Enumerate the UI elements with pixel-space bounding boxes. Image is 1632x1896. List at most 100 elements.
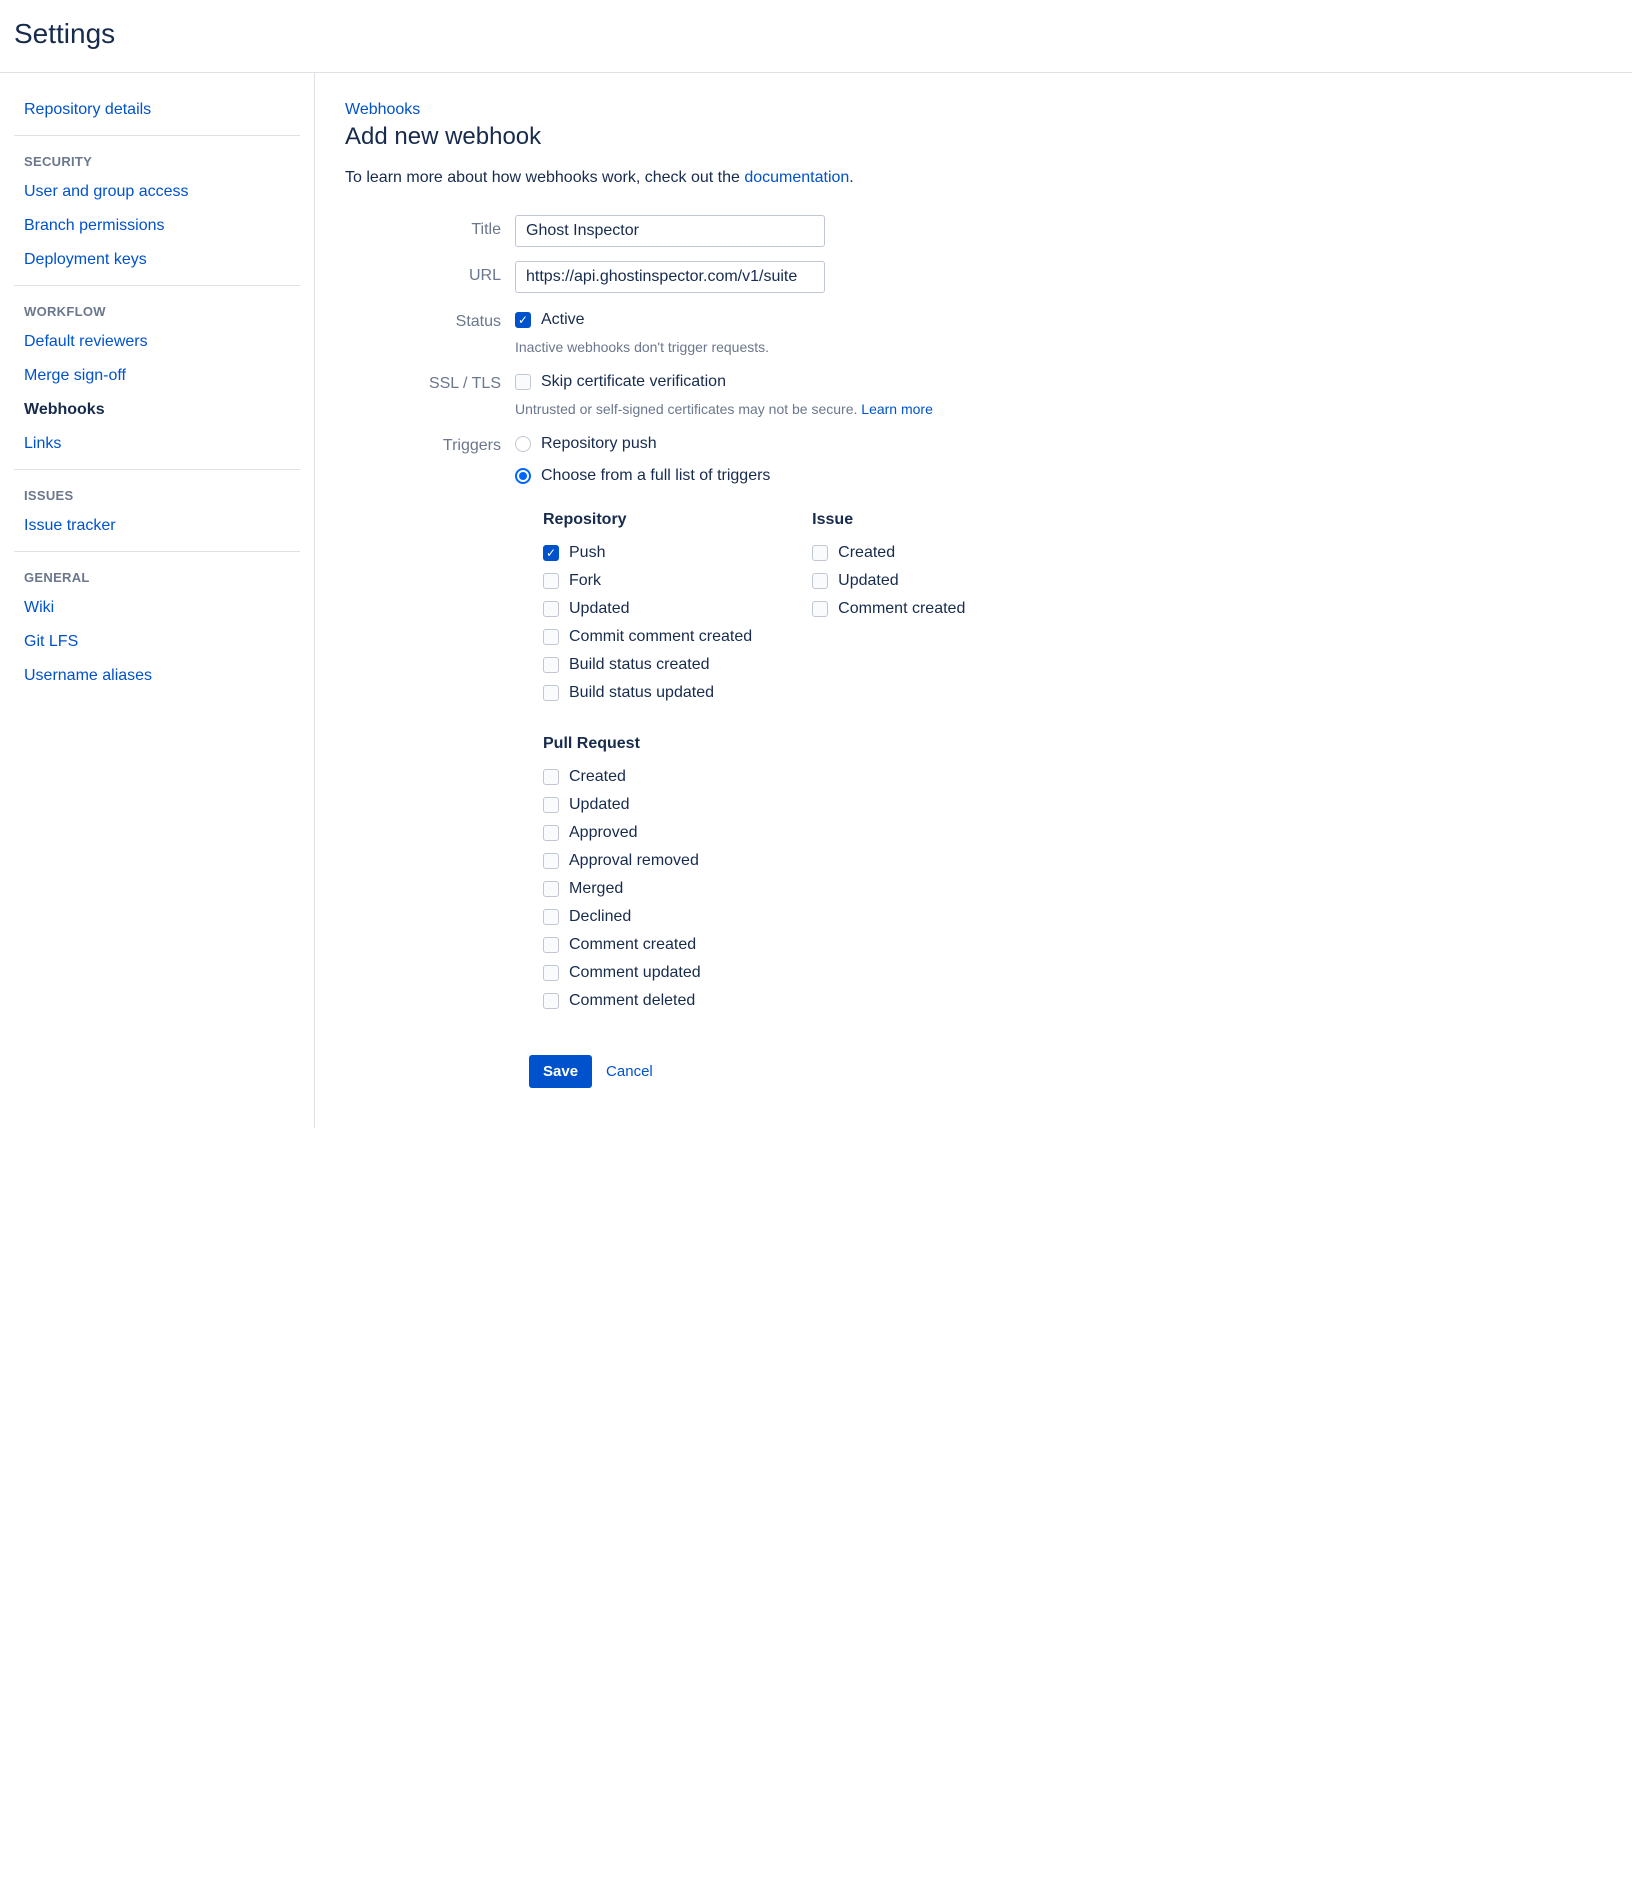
breadcrumb-webhooks[interactable]: Webhooks xyxy=(345,101,420,118)
trigger-pr-comment-deleted-label[interactable]: Comment deleted xyxy=(569,992,695,1010)
status-active-label[interactable]: Active xyxy=(541,311,585,329)
trigger-group-repository: Repository Push Fork Updated Commit comm… xyxy=(543,511,752,707)
trigger-pr-merged-label[interactable]: Merged xyxy=(569,880,623,898)
trigger-pr-updated-label[interactable]: Updated xyxy=(569,796,630,814)
trigger-issue-comment-label[interactable]: Comment created xyxy=(838,600,965,618)
divider xyxy=(14,469,300,470)
ssl-label: SSL / TLS xyxy=(345,369,515,393)
trigger-repo-build-created-checkbox[interactable] xyxy=(543,657,559,673)
webhook-form: Title URL Status Active Inacti xyxy=(345,215,1602,1088)
trigger-repo-updated-label[interactable]: Updated xyxy=(569,600,630,618)
trigger-pr-created-checkbox[interactable] xyxy=(543,769,559,785)
form-row-title: Title xyxy=(345,215,1602,247)
sidebar: Repository details SECURITY User and gro… xyxy=(0,73,315,1128)
sidebar-item-default-reviewers[interactable]: Default reviewers xyxy=(14,325,300,359)
trigger-pr-created-label[interactable]: Created xyxy=(569,768,626,786)
trigger-repo-commit-comment-label[interactable]: Commit comment created xyxy=(569,628,752,646)
trigger-pr-declined-checkbox[interactable] xyxy=(543,909,559,925)
trigger-groups-row1: Repository Push Fork Updated Commit comm… xyxy=(543,511,1602,707)
form-row-status: Status Active Inactive webhooks don't tr… xyxy=(345,307,1602,355)
trigger-issue-created-label[interactable]: Created xyxy=(838,544,895,562)
ssl-skip-checkbox[interactable] xyxy=(515,374,531,390)
trigger-repo-build-created-label[interactable]: Build status created xyxy=(569,656,710,674)
trigger-repo-updated-checkbox[interactable] xyxy=(543,601,559,617)
trigger-repo-push-label[interactable]: Push xyxy=(569,544,605,562)
ssl-hint-text: Untrusted or self-signed certificates ma… xyxy=(515,401,861,417)
trigger-radio-full-list[interactable] xyxy=(515,468,531,484)
trigger-group-issue: Issue Created Updated Comment created xyxy=(812,511,965,707)
trigger-pr-comment-updated-checkbox[interactable] xyxy=(543,965,559,981)
title-label: Title xyxy=(345,215,515,239)
trigger-repo-build-updated-checkbox[interactable] xyxy=(543,685,559,701)
trigger-issue-comment-checkbox[interactable] xyxy=(812,601,828,617)
trigger-pr-approved-checkbox[interactable] xyxy=(543,825,559,841)
status-hint: Inactive webhooks don't trigger requests… xyxy=(515,339,1602,355)
sidebar-item-git-lfs[interactable]: Git LFS xyxy=(14,625,300,659)
form-buttons: Save Cancel xyxy=(529,1055,1602,1088)
intro-text: To learn more about how webhooks work, c… xyxy=(345,169,1602,187)
page-title: Settings xyxy=(14,18,1618,50)
form-row-url: URL xyxy=(345,261,1602,293)
page-header: Settings xyxy=(0,0,1632,73)
trigger-repo-fork-label[interactable]: Fork xyxy=(569,572,601,590)
trigger-pr-approval-removed-label[interactable]: Approval removed xyxy=(569,852,699,870)
sidebar-item-deployment-keys[interactable]: Deployment keys xyxy=(14,243,300,277)
trigger-pr-comment-updated-label[interactable]: Comment updated xyxy=(569,964,701,982)
sidebar-item-username-aliases[interactable]: Username aliases xyxy=(14,659,300,693)
ssl-skip-label[interactable]: Skip certificate verification xyxy=(541,373,726,391)
sidebar-item-links[interactable]: Links xyxy=(14,427,300,461)
title-input[interactable] xyxy=(515,215,825,247)
sidebar-section-issues: ISSUES xyxy=(14,474,300,509)
sidebar-item-wiki[interactable]: Wiki xyxy=(14,591,300,625)
trigger-pr-merged-checkbox[interactable] xyxy=(543,881,559,897)
trigger-repo-commit-comment-checkbox[interactable] xyxy=(543,629,559,645)
cancel-button[interactable]: Cancel xyxy=(606,1063,653,1080)
url-input[interactable] xyxy=(515,261,825,293)
intro-suffix: . xyxy=(849,169,853,186)
url-label: URL xyxy=(345,261,515,285)
trigger-radio-push-label[interactable]: Repository push xyxy=(541,435,657,453)
trigger-repo-build-updated-label[interactable]: Build status updated xyxy=(569,684,714,702)
status-active-checkbox[interactable] xyxy=(515,312,531,328)
trigger-radio-repository-push[interactable] xyxy=(515,436,531,452)
sidebar-item-repository-details[interactable]: Repository details xyxy=(14,93,300,127)
sidebar-section-security: SECURITY xyxy=(14,140,300,175)
ssl-learn-more-link[interactable]: Learn more xyxy=(861,401,933,417)
trigger-pr-comment-created-checkbox[interactable] xyxy=(543,937,559,953)
trigger-issue-created-checkbox[interactable] xyxy=(812,545,828,561)
trigger-pr-comment-created-label[interactable]: Comment created xyxy=(569,936,696,954)
sidebar-item-branch-permissions[interactable]: Branch permissions xyxy=(14,209,300,243)
status-label: Status xyxy=(345,307,515,331)
ssl-hint: Untrusted or self-signed certificates ma… xyxy=(515,401,1602,417)
sidebar-item-merge-sign-off[interactable]: Merge sign-off xyxy=(14,359,300,393)
trigger-repo-fork-checkbox[interactable] xyxy=(543,573,559,589)
content-title: Add new webhook xyxy=(345,123,1602,151)
main-content: Webhooks Add new webhook To learn more a… xyxy=(315,73,1632,1128)
sidebar-section-general: GENERAL xyxy=(14,556,300,591)
sidebar-item-user-group-access[interactable]: User and group access xyxy=(14,175,300,209)
divider xyxy=(14,135,300,136)
trigger-group-pr-label: Pull Request xyxy=(543,735,1602,753)
divider xyxy=(14,285,300,286)
sidebar-item-webhooks[interactable]: Webhooks xyxy=(14,393,300,427)
trigger-radio-full-label[interactable]: Choose from a full list of triggers xyxy=(541,467,770,485)
trigger-issue-updated-label[interactable]: Updated xyxy=(838,572,899,590)
trigger-pr-approved-label[interactable]: Approved xyxy=(569,824,638,842)
layout: Repository details SECURITY User and gro… xyxy=(0,73,1632,1128)
trigger-group-pull-request: Pull Request Created Updated Approved Ap… xyxy=(543,735,1602,1015)
intro-prefix: To learn more about how webhooks work, c… xyxy=(345,169,744,186)
form-row-ssl: SSL / TLS Skip certificate verification … xyxy=(345,369,1602,417)
trigger-pr-comment-deleted-checkbox[interactable] xyxy=(543,993,559,1009)
divider xyxy=(14,551,300,552)
trigger-pr-declined-label[interactable]: Declined xyxy=(569,908,631,926)
trigger-issue-updated-checkbox[interactable] xyxy=(812,573,828,589)
sidebar-section-workflow: WORKFLOW xyxy=(14,290,300,325)
documentation-link[interactable]: documentation xyxy=(744,169,849,186)
sidebar-item-issue-tracker[interactable]: Issue tracker xyxy=(14,509,300,543)
form-row-triggers: Triggers Repository push Choose from a f… xyxy=(345,431,1602,1015)
trigger-repo-push-checkbox[interactable] xyxy=(543,545,559,561)
trigger-group-repository-label: Repository xyxy=(543,511,752,529)
trigger-pr-approval-removed-checkbox[interactable] xyxy=(543,853,559,869)
save-button[interactable]: Save xyxy=(529,1055,592,1088)
trigger-pr-updated-checkbox[interactable] xyxy=(543,797,559,813)
